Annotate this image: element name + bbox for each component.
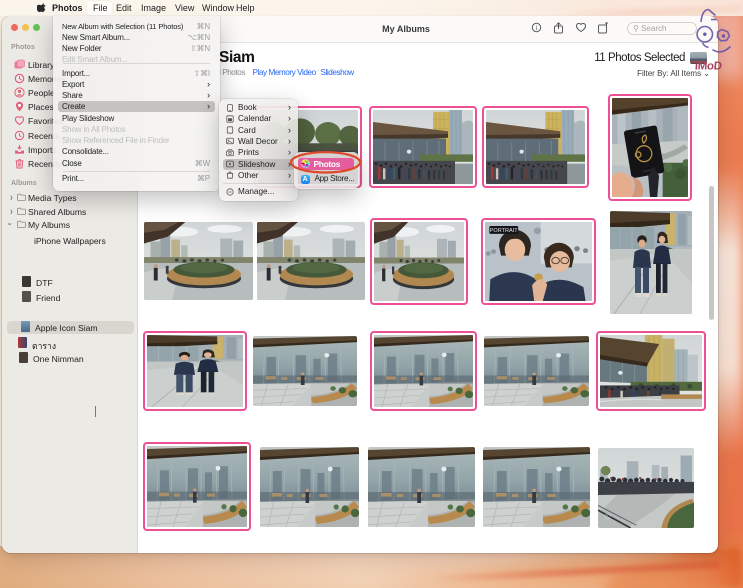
svg-text:iMoD: iMoD xyxy=(694,61,722,73)
svg-text:i: i xyxy=(536,24,538,32)
